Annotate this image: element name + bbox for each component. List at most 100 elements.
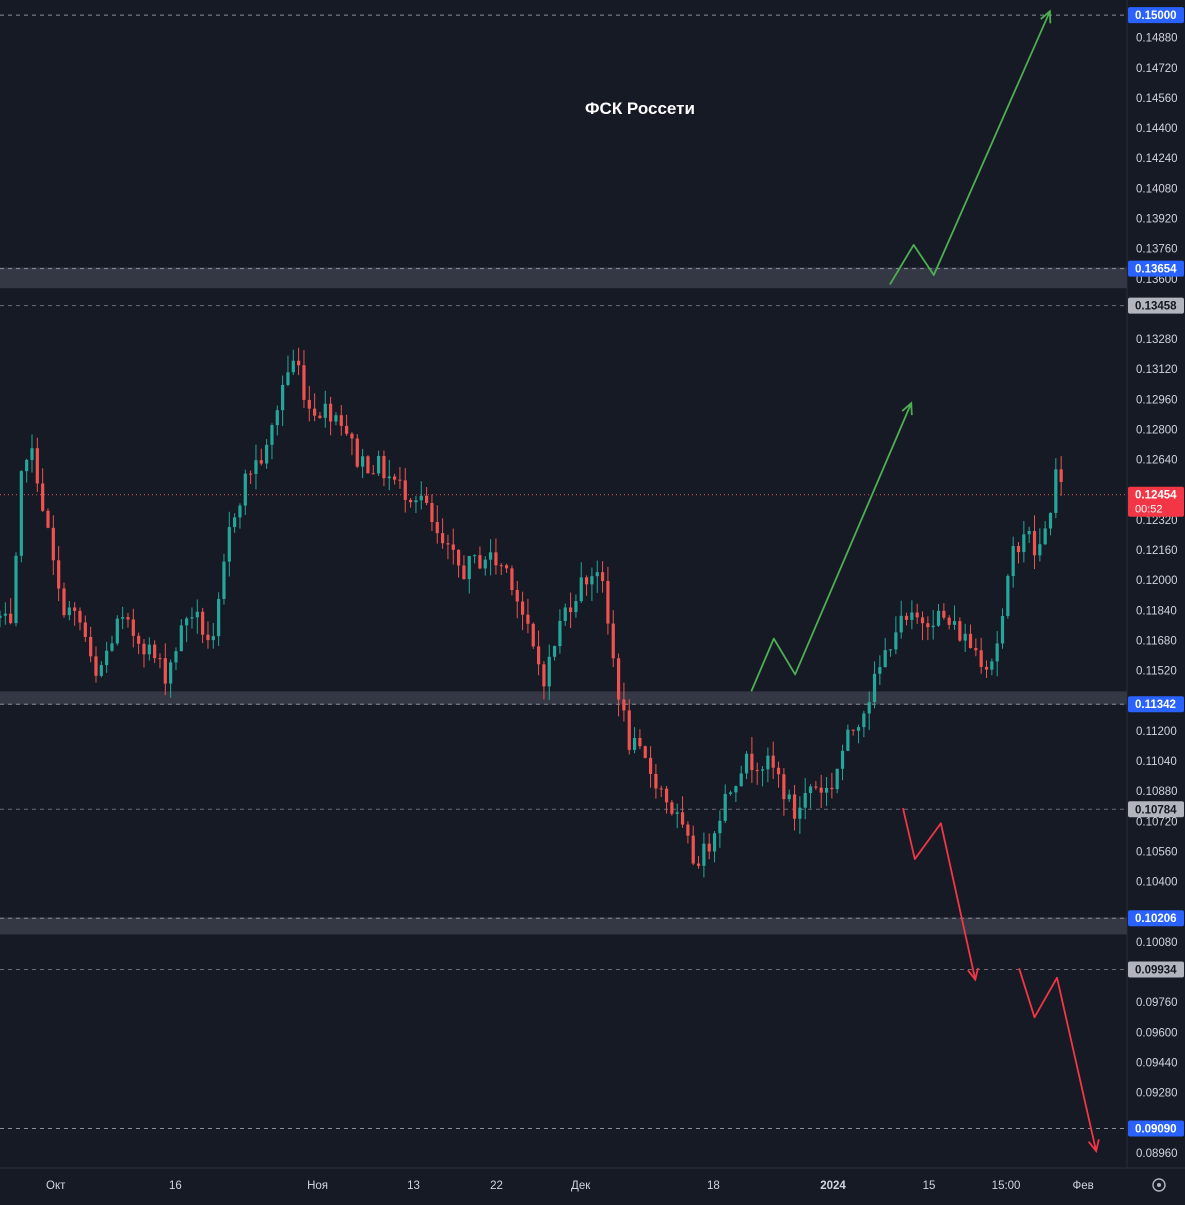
price-tick-label: 0.12640 xyxy=(1136,455,1178,467)
candle-body xyxy=(1032,531,1037,556)
candle-body xyxy=(270,425,274,445)
candle-body xyxy=(25,459,29,472)
candle-body xyxy=(195,611,199,618)
candle-body xyxy=(664,788,669,803)
candle-body xyxy=(830,787,834,790)
price-tick-label: 0.14720 xyxy=(1136,63,1178,75)
price-tick-label: 0.09600 xyxy=(1136,1027,1178,1039)
candle-body xyxy=(243,473,247,506)
candle-body xyxy=(627,710,631,750)
candle-body xyxy=(952,621,957,625)
candle-body xyxy=(792,794,797,819)
candle-body xyxy=(995,643,999,662)
candle-body xyxy=(137,635,141,644)
price-tick-label: 0.11520 xyxy=(1136,666,1177,678)
price-chart[interactable]: ФСК Россети 0.14880 0.14720 0.14560 0.14400… xyxy=(0,0,1185,1200)
price-tick-label: 0.11840 xyxy=(1136,605,1177,617)
candle-body xyxy=(771,755,775,768)
candle-body xyxy=(105,650,109,666)
candle-body xyxy=(920,617,925,624)
candle-body xyxy=(355,438,359,467)
candle-body xyxy=(488,552,493,560)
candle-body xyxy=(798,807,802,819)
candle-body xyxy=(147,644,151,655)
candle-body xyxy=(265,444,269,464)
candle-body xyxy=(547,656,551,687)
price-badge-label: 0.11342 xyxy=(1135,699,1176,711)
price-tick-label: 0.10400 xyxy=(1136,877,1178,889)
countdown-label: 00:52 xyxy=(1135,504,1163,516)
candle-body xyxy=(558,620,562,647)
candle-body xyxy=(531,623,535,647)
candle-body xyxy=(62,588,66,616)
candle-body xyxy=(398,479,402,481)
candle-body xyxy=(824,787,829,793)
candle-body xyxy=(425,495,429,504)
candle-body xyxy=(478,555,482,569)
time-tick-label: 2024 xyxy=(820,1180,846,1192)
candle-body xyxy=(345,425,349,434)
candle-body xyxy=(307,399,311,409)
candle-body xyxy=(739,773,743,787)
candle-body xyxy=(14,555,18,624)
candle-body xyxy=(584,577,589,585)
candle-body xyxy=(638,737,642,747)
price-tick-label: 0.09280 xyxy=(1136,1088,1178,1100)
candle-body xyxy=(275,410,279,426)
candle-body xyxy=(542,664,546,687)
candle-body xyxy=(19,471,23,556)
candle-body xyxy=(3,613,7,616)
candle-body xyxy=(659,788,663,790)
candle-body xyxy=(574,601,578,613)
price-tick-label: 0.12160 xyxy=(1136,545,1178,557)
price-axis-bg xyxy=(1127,0,1185,1200)
candle-body xyxy=(387,476,391,479)
candle-body xyxy=(979,650,983,667)
candle-body xyxy=(83,622,87,637)
candle-body xyxy=(926,623,930,628)
candle-body xyxy=(254,460,258,474)
price-axis[interactable]: 0.14880 0.14720 0.14560 0.14400 0.14240 0.140… xyxy=(1126,0,1185,1200)
price-tick-label: 0.14560 xyxy=(1136,93,1178,105)
candle-body xyxy=(291,360,295,373)
time-tick-label: Окт xyxy=(46,1180,66,1192)
candle-body xyxy=(440,533,445,544)
candle-body xyxy=(579,577,583,602)
price-badge-label: 0.10206 xyxy=(1135,913,1177,925)
candle-body xyxy=(696,863,701,866)
candle-body xyxy=(862,713,866,728)
candle-body xyxy=(1027,531,1031,535)
candle-body xyxy=(702,843,706,866)
candle-body xyxy=(419,495,423,501)
price-tick-label: 0.13760 xyxy=(1136,244,1178,256)
price-tick-label: 0.10080 xyxy=(1136,937,1178,949)
candle-body xyxy=(238,505,242,518)
candle-body xyxy=(840,750,845,769)
chart-area[interactable]: ФСК Россети 0.14880 0.14720 0.14560 0.14400… xyxy=(0,0,1185,1200)
candle-body xyxy=(851,729,855,731)
price-tick-label: 0.10880 xyxy=(1136,786,1178,798)
candle-body xyxy=(259,460,263,464)
candle-body xyxy=(782,774,786,800)
candle-body xyxy=(723,793,727,821)
candle-body xyxy=(163,658,167,684)
candle-body xyxy=(1038,544,1042,556)
time-tick-label: 18 xyxy=(707,1180,720,1192)
candle-body xyxy=(734,786,738,793)
candle-body xyxy=(99,665,103,676)
price-badge-label: 0.09090 xyxy=(1135,1123,1177,1135)
candle-body xyxy=(1054,469,1058,513)
candle-body xyxy=(504,565,509,569)
candle-body xyxy=(590,576,594,585)
price-badge-label: 0.13654 xyxy=(1135,264,1177,276)
price-badge-label: 0.13458 xyxy=(1135,301,1177,313)
candle-body xyxy=(409,499,413,503)
candle-body xyxy=(174,651,178,663)
candle-body xyxy=(568,607,573,613)
price-tick-label: 0.09760 xyxy=(1136,997,1178,1009)
candle-body xyxy=(286,372,290,385)
candle-body xyxy=(414,500,418,503)
candle-body xyxy=(707,843,711,852)
candle-body xyxy=(494,552,498,566)
candle-body xyxy=(1048,512,1053,529)
